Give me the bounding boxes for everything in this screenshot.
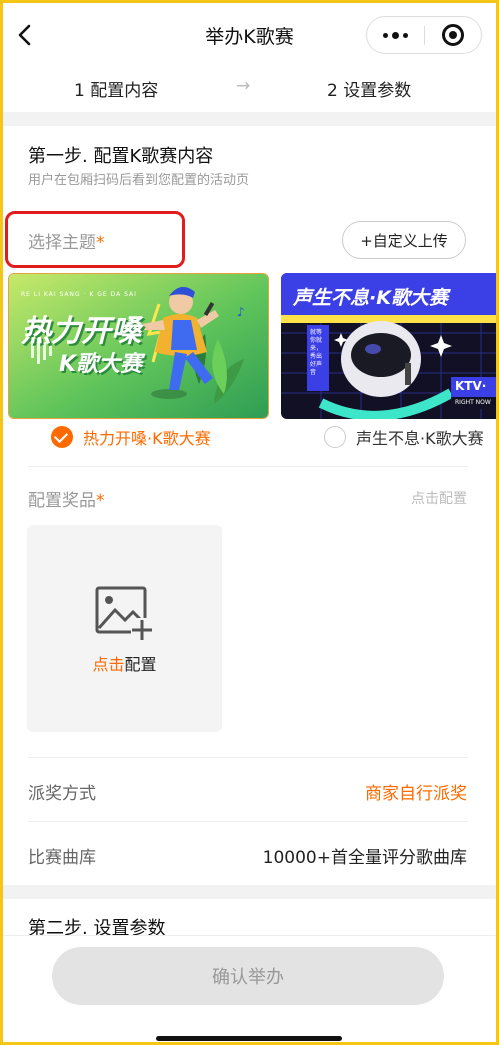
theme-label: 选择主题* (28, 233, 105, 253)
confirm-host-button[interactable]: 确认举办 (52, 947, 444, 1005)
poster-2-headline: 声生不息·K歌大赛 (293, 287, 448, 309)
poster-2-side-text: 就等你就来，秀出好声音 (310, 329, 323, 376)
award-method-label: 派奖方式 (28, 784, 96, 804)
theme-option-2[interactable]: 声生不息·K歌大赛 (324, 424, 484, 450)
prize-label: 配置奖品* (28, 491, 105, 511)
poster-1-headline: 热力开嗓 (21, 314, 141, 349)
section-divider (0, 112, 499, 126)
poster-1-subline: K歌大赛 (59, 352, 143, 377)
step-1-label[interactable]: 1 配置内容 (74, 76, 158, 101)
prize-config-card[interactable]: 点击配置 (27, 525, 222, 732)
required-mark: * (96, 491, 105, 511)
theme-option-1-label: 热力开嗓·K歌大赛 (83, 429, 211, 448)
divider (28, 757, 468, 758)
section-divider (0, 885, 499, 899)
theme-poster-endless-voice[interactable]: 声生不息·K歌大赛 就等你就来，秀出好声音 KTV· RIGHT NOW (281, 273, 499, 419)
song-library-label: 比赛曲库 (28, 848, 96, 868)
section-1-subtitle: 用户在包厢扫码后看到您配置的活动页 (28, 173, 250, 188)
theme-option-2-label: 声生不息·K歌大赛 (356, 429, 484, 448)
more-options-icon[interactable] (367, 17, 424, 53)
theme-poster-hot-singing[interactable]: ♪ RE LI KAI SANG · K GE DA SAI 热力开嗓 K歌大赛 (8, 273, 269, 419)
prize-card-text: 点击配置 (92, 655, 157, 674)
svg-text:♪: ♪ (237, 305, 245, 319)
step-indicator: 1 配置内容 → 2 设置参数 (0, 66, 499, 112)
capsule-divider (424, 26, 425, 45)
prize-configure-hint[interactable]: 点击配置 (411, 488, 467, 508)
radio-unchecked-icon[interactable] (324, 426, 346, 448)
section-1-title: 第一步. 配置K歌赛内容 (28, 146, 214, 167)
nav-bar: 举办K歌赛 (0, 0, 499, 66)
poster-2-badge-sub: RIGHT NOW (455, 399, 491, 406)
step-arrow-icon: → (236, 76, 251, 96)
poster-1-top-text: RE LI KAI SANG · K GE DA SAI (21, 291, 137, 298)
song-library-value: 10000+首全量评分歌曲库 (262, 848, 467, 868)
divider (28, 821, 468, 822)
radio-checked-icon[interactable] (51, 426, 73, 448)
step-2-label[interactable]: 2 设置参数 (327, 76, 411, 101)
home-indicator (156, 1036, 342, 1041)
close-target-icon[interactable] (442, 24, 464, 46)
poster-2-badge: KTV· (455, 379, 487, 393)
divider (28, 466, 468, 467)
mini-program-capsule (366, 16, 482, 54)
add-image-icon (95, 586, 153, 640)
custom-upload-button[interactable]: +自定义上传 (342, 221, 466, 259)
theme-option-1[interactable]: 热力开嗓·K歌大赛 (51, 424, 211, 450)
required-mark: * (96, 233, 105, 253)
award-method-value[interactable]: 商家自行派奖 (365, 779, 467, 804)
